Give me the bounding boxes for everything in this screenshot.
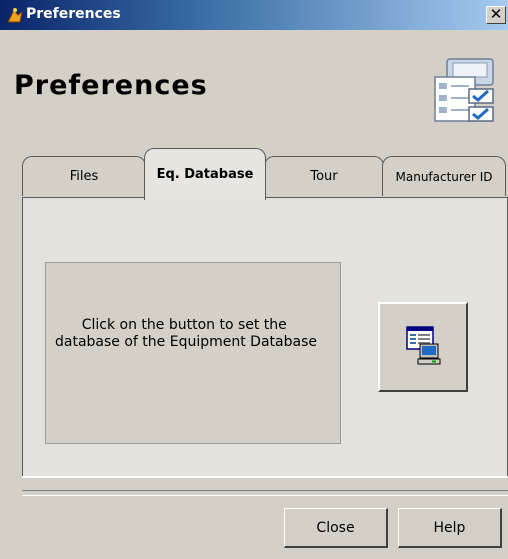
tab-label: Manufacturer ID	[395, 169, 493, 184]
tab-files[interactable]: Files	[22, 156, 146, 196]
tab-label: Tour	[310, 168, 338, 184]
window-title: Preferences	[26, 6, 121, 22]
tab-label: Eq. Database	[156, 166, 254, 182]
set-database-button[interactable]	[378, 302, 468, 392]
app-logo-icon	[7, 8, 23, 23]
info-box: Click on the button to set the database …	[45, 262, 341, 444]
title-bar[interactable]: Preferences ✕	[0, 0, 508, 30]
tab-strip: Files Eq. Database Tour Manufacturer ID	[22, 148, 508, 200]
tab-tour[interactable]: Tour	[264, 156, 384, 196]
tab-label: Files	[69, 168, 99, 184]
preferences-window: Preferences ✕ Preferences Files Eq. Data…	[0, 0, 508, 559]
help-button-label: Help	[433, 519, 466, 536]
tab-manufacturer-id[interactable]: Manufacturer ID	[382, 156, 506, 196]
page-title: Preferences	[14, 70, 208, 101]
panel-highlight	[22, 476, 508, 478]
window-close-button[interactable]: ✕	[486, 6, 506, 24]
close-button[interactable]: Close	[284, 508, 388, 548]
info-text: Click on the button to set the database …	[55, 317, 317, 350]
close-icon: ✕	[489, 5, 503, 23]
close-button-label: Close	[316, 519, 355, 536]
help-button[interactable]: Help	[398, 508, 502, 548]
preferences-checklist-icon	[434, 58, 494, 122]
tab-eq-database[interactable]: Eq. Database	[144, 148, 266, 200]
separator	[22, 490, 508, 496]
database-computer-icon	[406, 326, 441, 365]
